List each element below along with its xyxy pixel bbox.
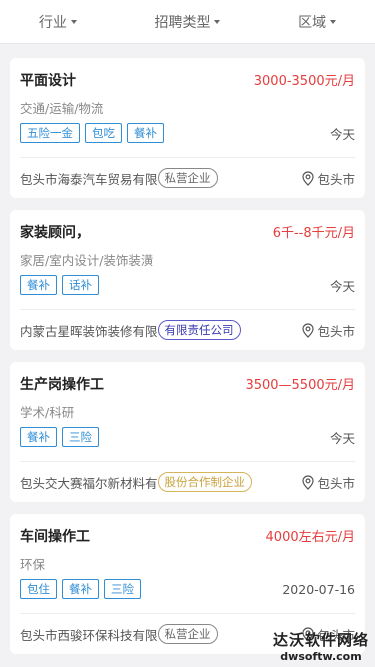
post-date: 今天	[329, 430, 355, 446]
welfare-tag: 三险	[104, 579, 141, 599]
company-name: 包头交大赛福尔新材料有	[20, 475, 158, 491]
job-card[interactable]: 家装顾问， 6千--8千元/月 家居/室内设计/装饰装潢 餐补 话补 今天 内蒙古…	[10, 210, 365, 350]
job-salary: 3500—5500元/月	[245, 378, 355, 393]
filter-bar: 行业 招聘类型 区域	[0, 0, 375, 44]
company-type-badge: 私营企业	[157, 168, 218, 188]
filter-region-label: 区域	[298, 14, 327, 31]
job-industry: 交通/运输/物流	[20, 101, 104, 116]
post-date: 今天	[329, 278, 355, 294]
job-industry: 家居/室内设计/装饰装潢	[20, 253, 154, 268]
welfare-tag: 三险	[62, 427, 99, 447]
job-title: 车间操作工	[20, 529, 90, 545]
job-industry: 学术/科研	[20, 405, 75, 420]
company-row[interactable]: 包头交大赛福尔新材料有 股份合作制企业 包头市	[10, 462, 365, 502]
watermark-main-text: 达沃软件网络	[272, 631, 369, 649]
job-location: 包头市	[317, 171, 355, 187]
location-pin-icon	[302, 474, 315, 490]
job-salary: 6千--8千元/月	[272, 226, 355, 241]
filter-region[interactable]: 区域	[298, 12, 337, 32]
filter-industry-label: 行业	[38, 14, 67, 31]
job-card[interactable]: 生产岗操作工 3500—5500元/月 学术/科研 餐补 三险 今天 包头交大赛福…	[10, 362, 365, 502]
job-card-top: 车间操作工 4000左右元/月 环保 包住 餐补 三险 2020-07-16	[10, 514, 365, 613]
post-date: 2020-07-16	[282, 581, 355, 597]
job-list: 平面设计 3000-3500元/月 交通/运输/物流 五险一金 包吃 餐补 今天 包…	[0, 44, 375, 654]
location-pin-icon	[302, 322, 315, 338]
watermark-sub-text: dwsoftw.com	[280, 650, 362, 663]
job-card[interactable]: 平面设计 3000-3500元/月 交通/运输/物流 五险一金 包吃 餐补 今天 包…	[10, 58, 365, 198]
job-card-top: 生产岗操作工 3500—5500元/月 学术/科研 餐补 三险 今天	[10, 362, 365, 461]
post-date: 今天	[329, 126, 355, 142]
welfare-tag: 话补	[62, 275, 99, 295]
company-name: 包头市西骏环保科技有限	[20, 627, 158, 643]
company-row[interactable]: 包头市海泰汽车贸易有限 私营企业 包头市	[10, 158, 365, 198]
filter-industry[interactable]: 行业	[39, 12, 77, 32]
caret-down-icon	[70, 19, 77, 24]
welfare-tags: 餐补 三险	[20, 427, 104, 447]
watermark-logo: 达沃软件网络 dwsoftw.com	[273, 629, 369, 663]
welfare-tag: 餐补	[20, 427, 57, 447]
filter-recruit-type[interactable]: 招聘类型	[154, 12, 221, 32]
welfare-tag: 餐补	[62, 579, 99, 599]
location-pin-icon	[302, 170, 315, 186]
filter-recruit-type-label: 招聘类型	[154, 14, 211, 31]
job-title: 平面设计	[20, 73, 76, 89]
welfare-tags: 五险一金 包吃 餐补	[20, 123, 169, 143]
caret-down-icon	[214, 19, 221, 24]
welfare-tag: 餐补	[127, 123, 164, 143]
welfare-tags: 包住 餐补 三险	[20, 579, 146, 599]
job-title: 生产岗操作工	[20, 377, 104, 393]
job-card-top: 家装顾问， 6千--8千元/月 家居/室内设计/装饰装潢 餐补 话补 今天	[10, 210, 365, 309]
welfare-tag: 包住	[20, 579, 57, 599]
company-name: 内蒙古星晖装饰装修有限	[20, 323, 158, 339]
company-type-badge: 私营企业	[157, 624, 218, 644]
job-industry: 环保	[20, 557, 46, 572]
welfare-tag: 包吃	[85, 123, 122, 143]
job-title: 家装顾问，	[20, 225, 90, 241]
job-card-top: 平面设计 3000-3500元/月 交通/运输/物流 五险一金 包吃 餐补 今天	[10, 58, 365, 157]
job-location: 包头市	[317, 323, 355, 339]
job-location: 包头市	[317, 475, 355, 491]
company-type-badge: 有限责任公司	[157, 320, 241, 340]
caret-down-icon	[330, 19, 337, 24]
company-type-badge: 股份合作制企业	[157, 472, 253, 492]
company-name: 包头市海泰汽车贸易有限	[20, 171, 158, 187]
company-row[interactable]: 内蒙古星晖装饰装修有限 有限责任公司 包头市	[10, 310, 365, 350]
job-salary: 3000-3500元/月	[253, 74, 355, 89]
welfare-tags: 餐补 话补	[20, 275, 104, 295]
job-salary: 4000左右元/月	[265, 530, 355, 545]
welfare-tag: 五险一金	[20, 123, 80, 143]
welfare-tag: 餐补	[20, 275, 57, 295]
